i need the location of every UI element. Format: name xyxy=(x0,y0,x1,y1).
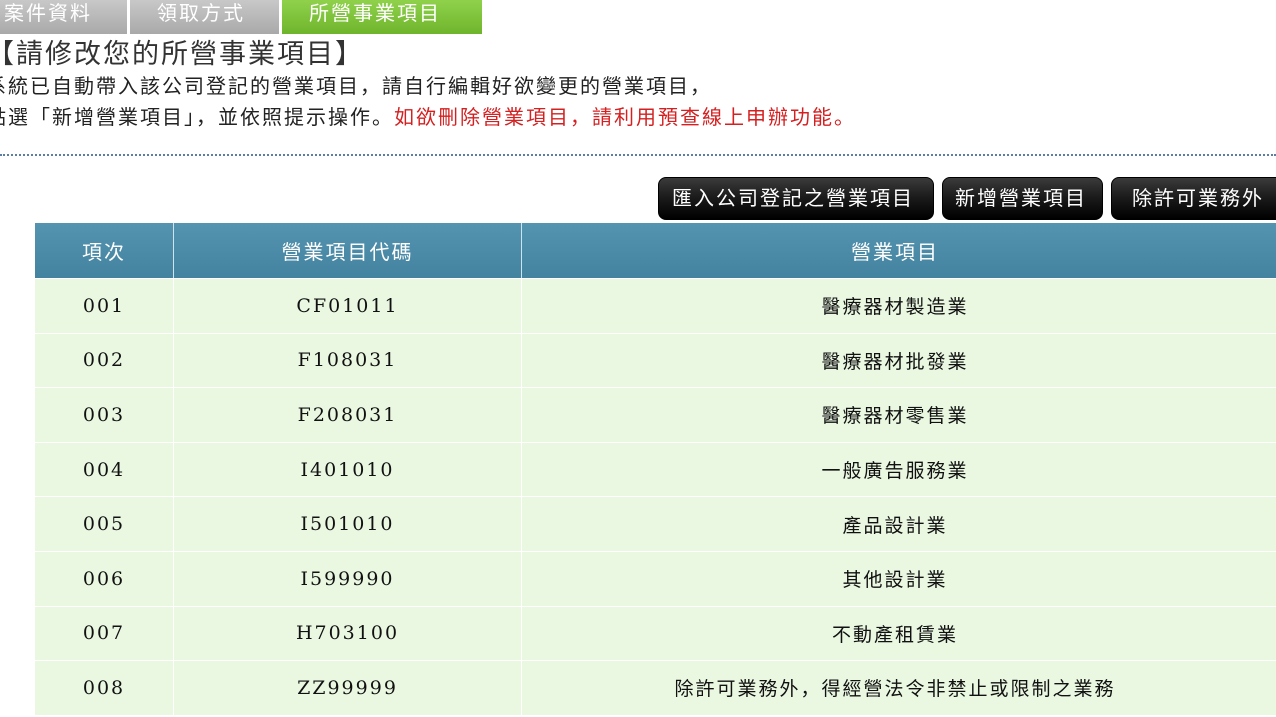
table-row[interactable]: 008 ZZ99999 除許可業務外，得經營法令非禁止或限制之業務 xyxy=(35,660,1276,715)
table-row[interactable]: 007 H703100 不動產租賃業 xyxy=(35,605,1276,661)
row-item-code: ZZ99999 xyxy=(174,661,522,715)
row-item-name: 產品設計業 xyxy=(842,514,948,537)
row-item-no: 003 xyxy=(35,388,174,442)
import-company-items-button[interactable]: 匯入公司登記之營業項目 xyxy=(658,177,934,220)
add-business-item-button[interactable]: 新增營業項目 xyxy=(942,177,1103,220)
delete-warning-text: 如欲刪除營業項目，請利用預查線上申辦功能。 xyxy=(394,105,856,129)
instruction-line-2: 點選「新增營業項目」，並依照提示操作。如欲刪除營業項目，請利用預查線上申辦功能。 xyxy=(0,103,986,131)
table-row[interactable]: 004 I401010 一般廣告服務業 xyxy=(35,441,1276,497)
table-row[interactable]: 003 F208031 醫療器材零售業 xyxy=(35,387,1276,442)
header-item-name: 營業項目 xyxy=(851,240,939,264)
row-item-no: 004 xyxy=(35,442,174,497)
tab-case-info[interactable]: 案件資料 xyxy=(0,0,127,34)
row-item-name: 不動產租賃業 xyxy=(831,623,958,646)
row-item-no: 006 xyxy=(35,551,174,606)
table-row[interactable]: 002 F108031 醫療器材批發業 xyxy=(35,332,1276,388)
instruction-text: 點選「新增營業項目」，並依照提示操作。 xyxy=(0,105,394,129)
row-item-no: 001 xyxy=(35,279,174,333)
table-header: 項次 營業項目代碼 營業項目 xyxy=(35,223,1276,278)
tab-pickup-method[interactable]: 領取方式 xyxy=(130,0,279,34)
tab-business-items[interactable]: 所營事業項目 xyxy=(282,0,482,34)
dotted-divider xyxy=(0,154,1276,156)
table-row[interactable]: 006 I599990 其他設計業 xyxy=(35,550,1276,606)
row-item-code: H703100 xyxy=(174,606,522,661)
business-items-table: 項次 營業項目代碼 營業項目 001 CF01011 醫療器材製造業 002 F1080… xyxy=(35,223,1276,715)
page-title: 【請修改您的所營事業項目】 xyxy=(0,39,364,70)
instruction-line-1: 系統已自動帶入該公司登記的營業項目，請自行編輯好欲變更的營業項目， xyxy=(0,74,712,98)
table-row[interactable]: 001 CF01011 醫療器材製造業 xyxy=(35,278,1276,333)
header-item-no: 項次 xyxy=(35,223,174,278)
row-item-name: 醫療器材批發業 xyxy=(821,350,969,373)
row-item-code: F208031 xyxy=(174,388,522,442)
row-item-no: 008 xyxy=(35,661,174,715)
tab-bar: 案件資料 領取方式 所營事業項目 xyxy=(0,0,700,34)
row-item-code: F108031 xyxy=(174,333,522,388)
header-item-code: 營業項目代碼 xyxy=(174,223,522,278)
row-item-name: 其他設計業 xyxy=(842,569,948,592)
row-item-name: 除許可業務外，得經營法令非禁止或限制之業務 xyxy=(674,678,1116,701)
row-item-no: 002 xyxy=(35,333,174,388)
row-item-code: I599990 xyxy=(174,551,522,606)
table-body: 001 CF01011 醫療器材製造業 002 F108031 醫療器材批發業 003 F20… xyxy=(35,278,1276,715)
row-item-no: 005 xyxy=(35,497,174,551)
row-item-name: 醫療器材製造業 xyxy=(821,296,969,319)
exempt-item-button[interactable]: 除許可業務外 xyxy=(1111,177,1276,220)
row-item-name: 醫療器材零售業 xyxy=(821,405,969,428)
row-item-name: 一般廣告服務業 xyxy=(821,460,969,483)
row-item-code: CF01011 xyxy=(174,279,522,333)
table-row[interactable]: 005 I501010 產品設計業 xyxy=(35,496,1276,551)
row-item-code: I501010 xyxy=(174,497,522,551)
row-item-code: I401010 xyxy=(174,442,522,497)
row-item-no: 007 xyxy=(35,606,174,661)
